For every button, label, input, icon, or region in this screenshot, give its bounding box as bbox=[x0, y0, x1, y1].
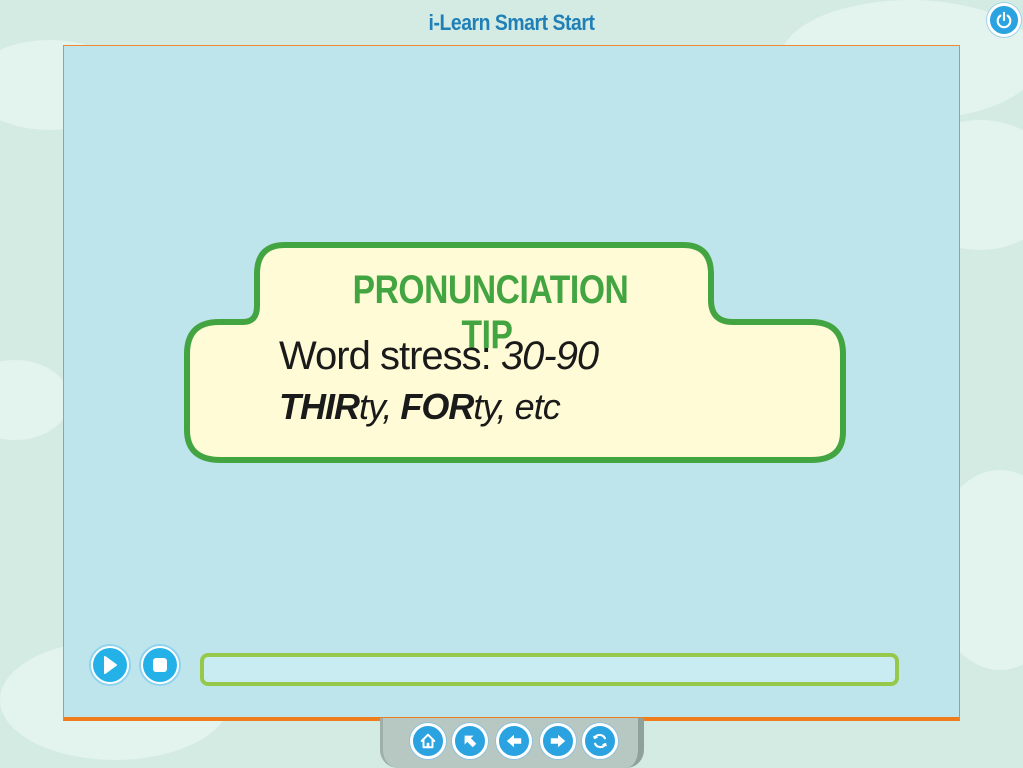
background-cloud bbox=[0, 360, 70, 440]
home-icon bbox=[420, 733, 436, 749]
stressed-syllable: THIR bbox=[279, 386, 360, 427]
play-icon bbox=[104, 656, 117, 674]
app-title: i-Learn Smart Start bbox=[428, 10, 595, 35]
play-button[interactable] bbox=[89, 644, 131, 686]
refresh-icon bbox=[592, 733, 608, 749]
stressed-syllable: FOR bbox=[400, 386, 474, 427]
arrow-right-icon bbox=[550, 734, 566, 748]
stop-icon bbox=[153, 658, 167, 672]
word-stress-line: Word stress: 30-90 bbox=[279, 334, 599, 379]
arrow-up-left-icon bbox=[464, 735, 477, 748]
stress-examples-line: THIRty, FORty, etc bbox=[279, 386, 561, 428]
menu-back-button[interactable] bbox=[452, 723, 488, 759]
unstressed-syllable: ty, bbox=[359, 386, 401, 427]
next-button[interactable] bbox=[540, 723, 576, 759]
unstressed-syllable: ty, etc bbox=[473, 386, 560, 427]
replay-button[interactable] bbox=[582, 723, 618, 759]
home-button[interactable] bbox=[410, 723, 446, 759]
content-stage: PRONUNCIATION TIP Word stress: 30-90 THI… bbox=[63, 45, 960, 721]
power-button[interactable] bbox=[987, 3, 1021, 37]
previous-button[interactable] bbox=[496, 723, 532, 759]
pronunciation-tip-card: PRONUNCIATION TIP Word stress: 30-90 THI… bbox=[183, 242, 849, 464]
number-range: 30-90 bbox=[500, 334, 599, 378]
word-stress-label: Word stress: bbox=[279, 334, 501, 378]
arrow-left-icon bbox=[506, 734, 522, 748]
stop-button[interactable] bbox=[139, 644, 181, 686]
power-icon bbox=[996, 11, 1012, 29]
audio-progress-bar[interactable] bbox=[200, 653, 899, 686]
